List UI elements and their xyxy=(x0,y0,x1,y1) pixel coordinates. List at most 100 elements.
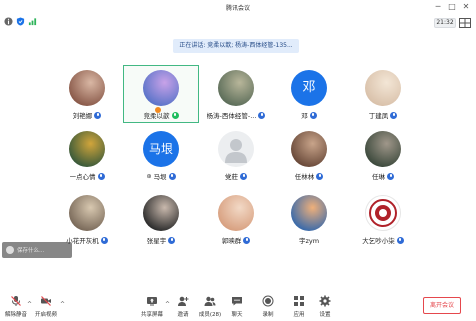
unmute-label: 解除静音 xyxy=(4,312,27,318)
apps-label: 应用 xyxy=(293,312,305,318)
title-bar: 腾讯会议 ─ □ ✕ xyxy=(0,0,476,14)
participant-name-row: 张星宇 xyxy=(124,235,198,245)
participant-name-row: 竞柔以歆 xyxy=(124,110,198,120)
avatar xyxy=(291,131,327,167)
mic-status-icon xyxy=(100,236,108,244)
participant-tile[interactable]: 党莊 xyxy=(199,127,273,183)
wechat-icon: ⊛ xyxy=(146,172,152,180)
mic-status-icon xyxy=(168,172,176,180)
status-bar xyxy=(0,15,476,29)
signal-icon[interactable] xyxy=(28,17,37,26)
avatar: 马垠 xyxy=(143,131,179,167)
participant-name-row: 宇zym xyxy=(272,235,346,245)
chat-button[interactable]: 聊天 xyxy=(229,295,245,321)
participant-tile[interactable]: 宇zym xyxy=(272,191,346,247)
app-title: 腾讯会议 xyxy=(225,5,250,12)
avatar-initials: 邓 xyxy=(302,80,316,95)
participant-name: 郭映群 xyxy=(221,237,242,245)
maximize-button[interactable]: □ xyxy=(446,1,458,13)
participant-name-row: 大乞吵小柒 xyxy=(346,235,420,245)
participant-tile[interactable]: 马垠 ⊛ 马垠 xyxy=(124,127,198,183)
participant-tile[interactable]: 刘艳娜 xyxy=(50,66,124,122)
share-options-caret[interactable]: ^ xyxy=(165,301,170,308)
toast-notification: 保存什么... xyxy=(2,242,72,258)
participant-name: 邓 xyxy=(301,112,308,120)
participant-name: 一点心情 xyxy=(69,173,96,181)
shield-icon[interactable] xyxy=(16,17,25,26)
participant-tile[interactable]: 张星宇 xyxy=(124,191,198,247)
avatar xyxy=(69,195,105,231)
invite-label: 邀请 xyxy=(177,312,189,318)
avatar xyxy=(69,131,105,167)
participant-name-row: 邓 xyxy=(272,110,346,120)
school-seal-icon xyxy=(369,199,397,227)
invite-button[interactable]: 邀请 xyxy=(174,295,192,321)
members-button[interactable]: 成员(28) xyxy=(197,295,223,321)
participant-name: 竞柔以歆 xyxy=(143,112,170,120)
settings-button[interactable]: 设置 xyxy=(317,295,333,321)
mic-status-icon xyxy=(258,111,266,119)
chat-icon xyxy=(232,297,242,306)
unmute-button[interactable]: 解除静音 xyxy=(4,295,28,321)
participant-tile[interactable]: 任林林 xyxy=(272,127,346,183)
leave-meeting-button[interactable]: 离开会议 xyxy=(423,297,461,314)
participant-name-row: 党莊 xyxy=(199,171,273,181)
bottom-toolbar: 解除静音 ^ 开启视频 ^ 共享屏幕 ^ 邀请 成员(28) 聊天 录制 应用 … xyxy=(0,292,476,321)
mic-status-icon xyxy=(94,111,102,119)
layout-icon[interactable] xyxy=(459,18,471,28)
mic-status-icon xyxy=(168,236,176,244)
share-screen-label: 共享屏幕 xyxy=(140,312,163,318)
participant-tile[interactable]: 任琳 xyxy=(346,127,420,183)
gear-icon xyxy=(319,295,331,307)
participant-name-row: 杨涛-西体经管-... xyxy=(199,110,273,120)
participant-tile[interactable]: 郭映群 xyxy=(199,191,273,247)
apps-button[interactable]: 应用 xyxy=(291,295,307,321)
video-options-caret[interactable]: ^ xyxy=(60,301,65,308)
avatar xyxy=(365,195,401,231)
record-button[interactable]: 录制 xyxy=(260,295,276,321)
speaking-banner: 正在讲话: 竞柔以歆; 杨涛-西体经管-135... xyxy=(173,39,299,53)
avatar xyxy=(143,70,179,106)
participant-name: 马垠 xyxy=(153,173,167,181)
avatar xyxy=(143,195,179,231)
mic-status-icon xyxy=(387,172,394,180)
participant-tile[interactable]: 大乞吵小柒 xyxy=(346,191,420,247)
share-screen-button[interactable]: 共享屏幕 xyxy=(139,295,165,321)
participant-name-row: 郭映群 xyxy=(199,235,273,245)
participant-tile[interactable]: 一点心情 xyxy=(50,127,124,183)
chat-label: 聊天 xyxy=(231,312,243,318)
close-button[interactable]: ✕ xyxy=(460,1,472,13)
participant-name: 刘艳娜 xyxy=(72,112,93,120)
mic-status-icon xyxy=(97,172,105,180)
participant-name-row: ⊛ 马垠 xyxy=(124,171,198,181)
participant-tile[interactable]: 小花开灰机 xyxy=(50,191,124,247)
participant-tile[interactable]: 竞柔以歆 xyxy=(123,65,199,123)
mic-status-icon xyxy=(309,111,317,119)
avatar xyxy=(365,131,401,167)
participant-name: 大乞吵小柒 xyxy=(362,237,395,245)
avatar xyxy=(218,195,254,231)
screen-share-icon xyxy=(147,297,157,306)
participant-tile[interactable]: 杨涛-西体经管-... xyxy=(199,66,273,122)
avatar-initials: 马垠 xyxy=(148,142,173,156)
start-video-button[interactable]: 开启视频 xyxy=(33,295,59,321)
participant-tile[interactable]: 邓邓 xyxy=(272,66,346,122)
mic-status-icon xyxy=(240,172,247,180)
start-video-label: 开启视频 xyxy=(34,312,57,318)
record-icon xyxy=(262,295,274,307)
minimize-button[interactable]: ─ xyxy=(432,1,444,13)
participant-name-row: 任琳 xyxy=(346,171,420,181)
toast-text: 保存什么... xyxy=(17,248,45,254)
participant-tile[interactable]: 丁建凤 xyxy=(346,66,420,122)
participant-name-row: 任林林 xyxy=(272,171,346,181)
participant-name: 丁建凤 xyxy=(368,112,389,120)
mic-status-icon xyxy=(390,111,398,119)
info-icon[interactable] xyxy=(4,17,13,26)
mic-muted-icon xyxy=(11,296,21,306)
avatar: 邓 xyxy=(291,70,327,106)
audio-options-caret[interactable]: ^ xyxy=(27,301,32,308)
meeting-clock: 21:32 xyxy=(434,18,456,28)
mic-status-icon xyxy=(396,236,404,244)
participant-name-row: 一点心情 xyxy=(50,171,124,181)
participant-name-row: 丁建凤 xyxy=(346,110,420,120)
